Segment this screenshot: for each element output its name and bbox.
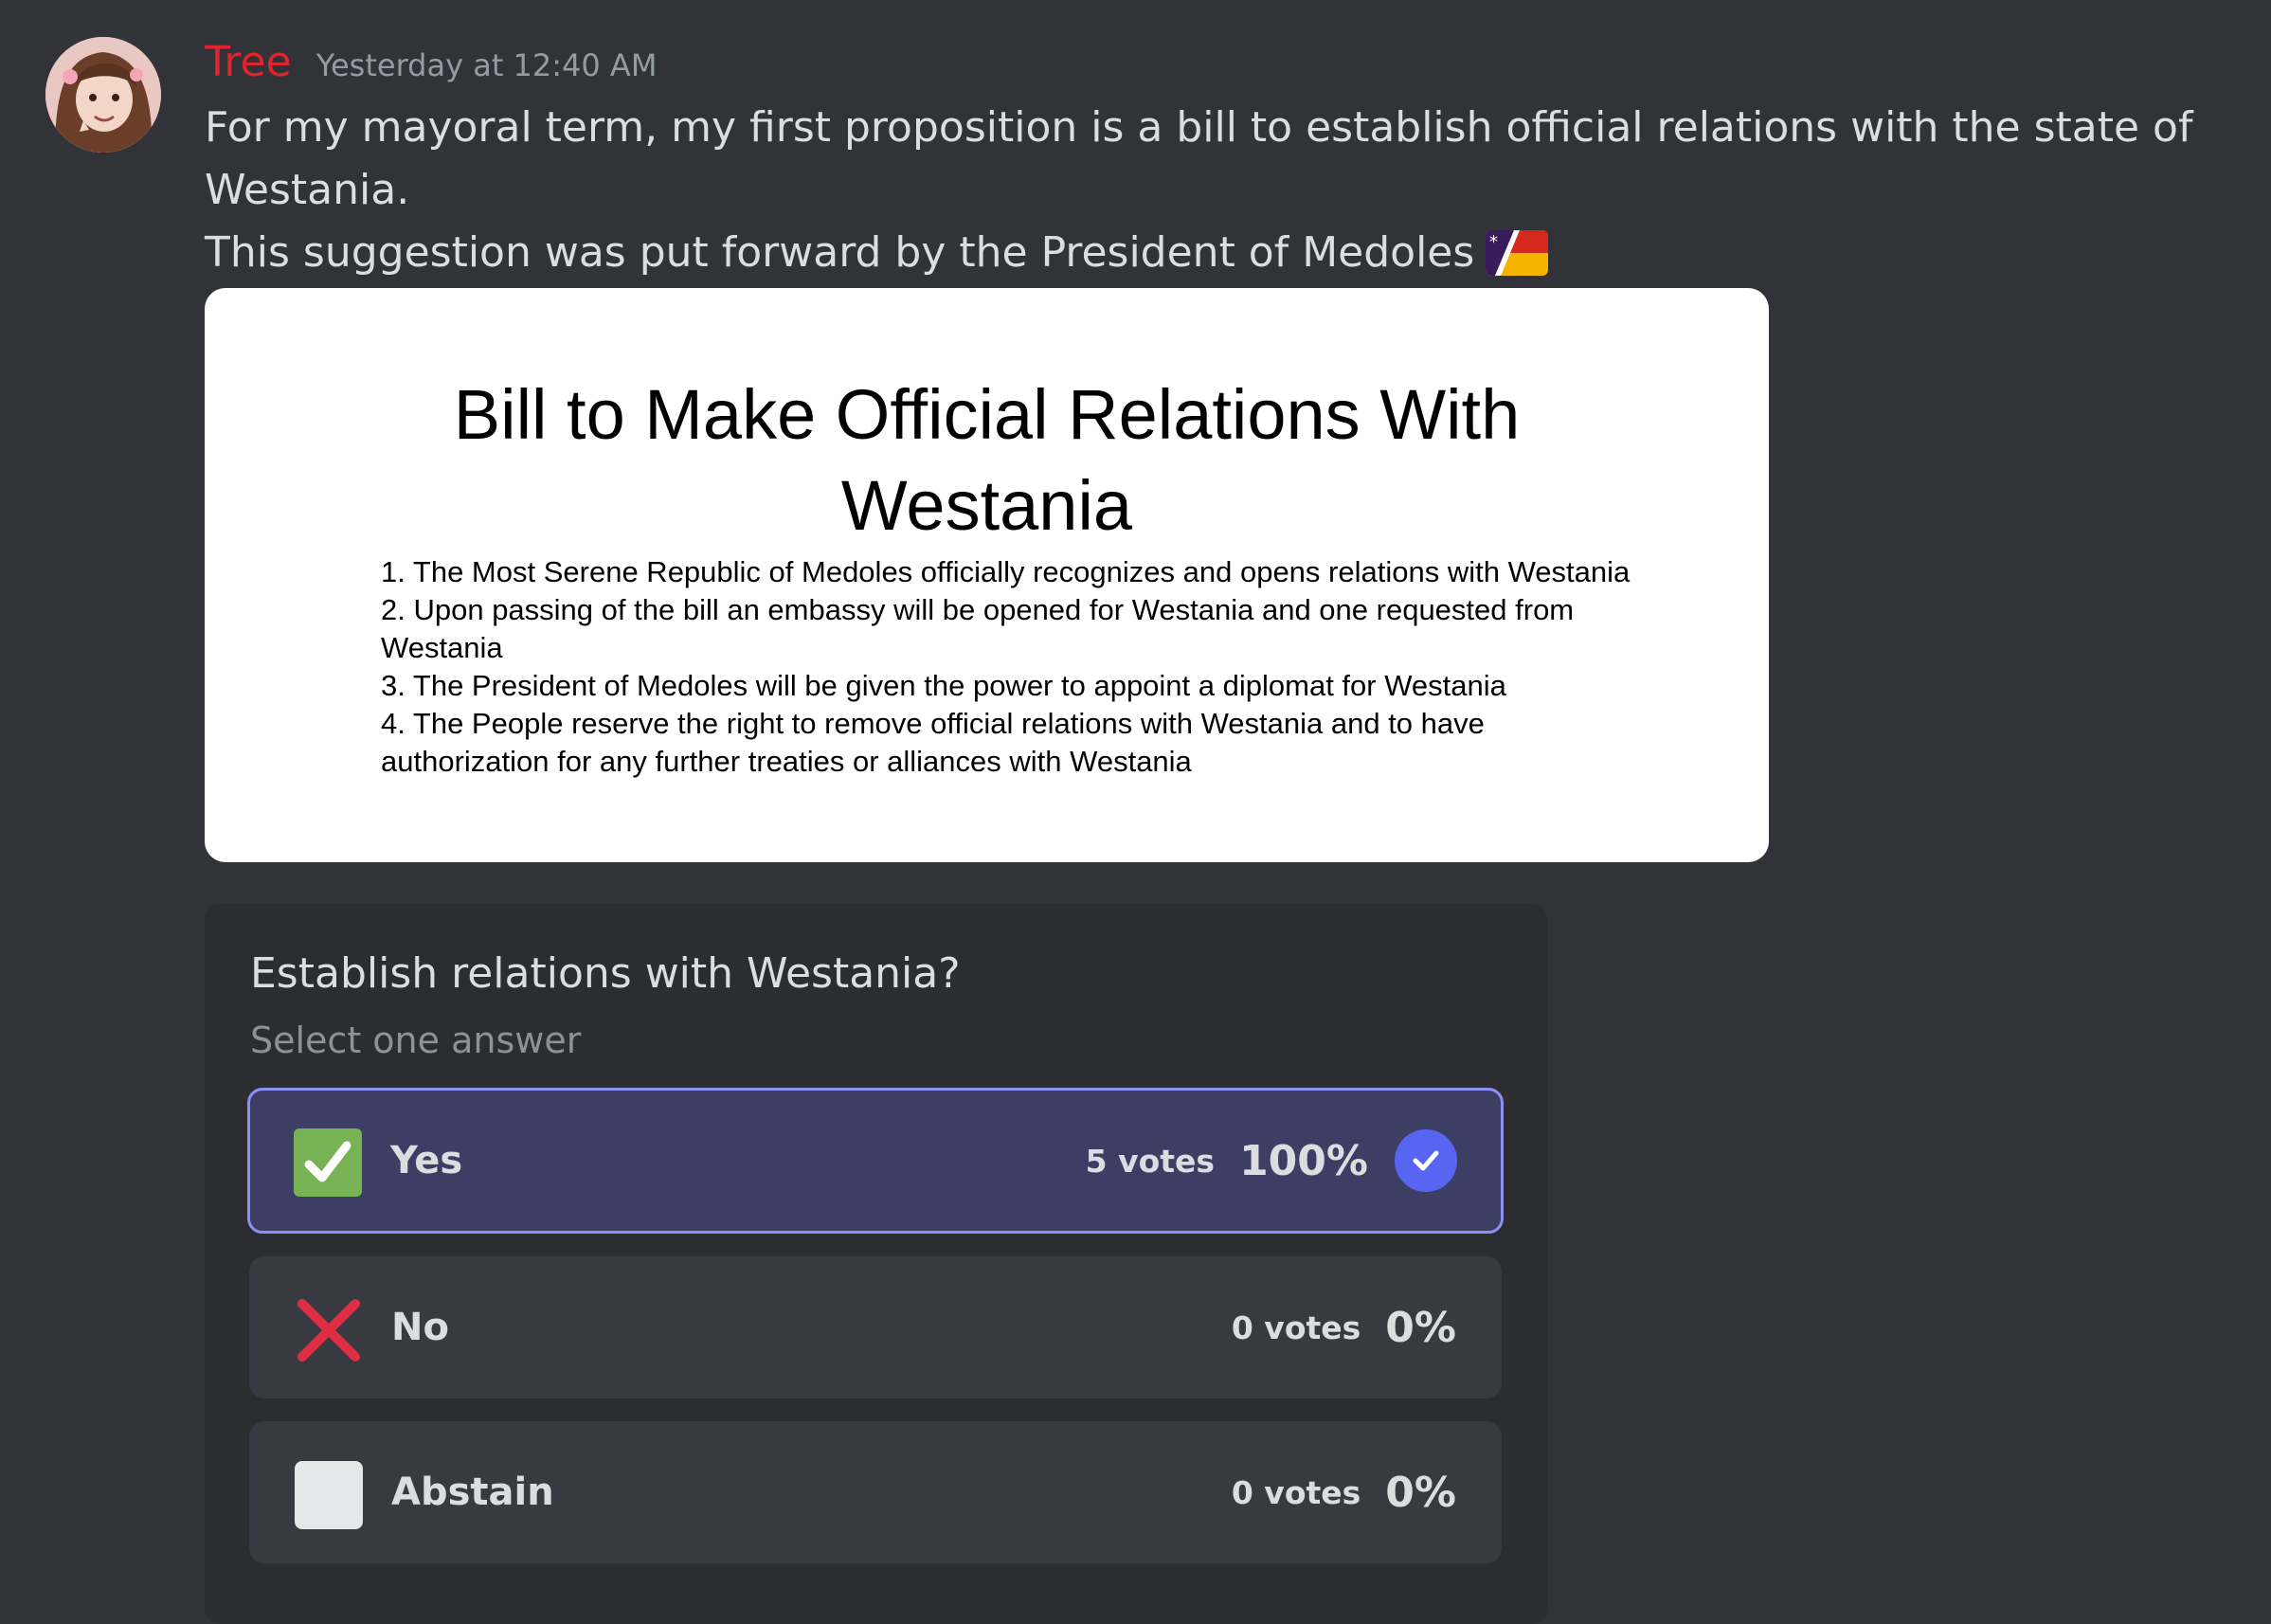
white-square-icon xyxy=(295,1461,363,1529)
vote-count: 5 votes xyxy=(1085,1142,1216,1180)
poll-question: Establish relations with Westania? xyxy=(250,949,961,998)
poll-card: Establish relations with Westania? Selec… xyxy=(205,904,1547,1624)
message-text: This suggestion was put forward by the P… xyxy=(205,228,1475,277)
red-x-icon xyxy=(295,1296,363,1364)
document-title: Bill to Make Official Relations With Wes… xyxy=(205,370,1769,551)
poll-option-yes[interactable]: Yes 5 votes 100% xyxy=(247,1088,1504,1234)
poll-option-no[interactable]: No 0 votes 0% xyxy=(249,1256,1502,1398)
message-text-line: For my mayoral term, my first propositio… xyxy=(205,103,2193,152)
svg-text:*: * xyxy=(1489,232,1498,252)
avatar[interactable] xyxy=(45,37,161,153)
poll-option-label: Yes xyxy=(390,1139,463,1182)
document-title-line: Bill to Make Official Relations With xyxy=(453,375,1521,454)
document-item: 3. The President of Medoles will be give… xyxy=(381,669,1506,702)
username[interactable]: Tree xyxy=(205,38,292,86)
medoles-flag-icon: * xyxy=(1486,230,1549,276)
document-item: Westania xyxy=(381,631,503,664)
white-check-mark-icon xyxy=(294,1128,362,1197)
vote-percentage: 0% xyxy=(1385,1468,1456,1517)
message-text-line: Westania. xyxy=(205,166,410,214)
poll-option-results: 5 votes 100% xyxy=(1086,1091,1457,1231)
document-item: authorization for any further treaties o… xyxy=(381,745,1192,778)
vote-percentage: 0% xyxy=(1385,1303,1456,1352)
poll-option-abstain[interactable]: Abstain 0 votes 0% xyxy=(249,1421,1502,1563)
selected-check-icon xyxy=(1395,1129,1457,1192)
document-item: 2. Upon passing of the bill an embassy w… xyxy=(381,593,1575,626)
document-item: 1. The Most Serene Republic of Medoles o… xyxy=(381,555,1631,588)
poll-subtitle: Select one answer xyxy=(250,1020,582,1061)
poll-option-label: No xyxy=(391,1306,449,1349)
poll-option-results: 0 votes 0% xyxy=(1232,1421,1456,1563)
document-title-line: Westania xyxy=(840,466,1133,545)
attached-document-image[interactable]: Bill to Make Official Relations With Wes… xyxy=(205,288,1769,862)
poll-option-results: 0 votes 0% xyxy=(1232,1256,1456,1398)
poll-option-label: Abstain xyxy=(391,1471,554,1514)
document-item: 4. The People reserve the right to remov… xyxy=(381,707,1485,740)
document-items: 1. The Most Serene Republic of Medoles o… xyxy=(381,553,1641,781)
vote-percentage: 100% xyxy=(1239,1136,1368,1185)
vote-count: 0 votes xyxy=(1231,1308,1361,1346)
timestamp[interactable]: Yesterday at 12:40 AM xyxy=(316,47,658,83)
vote-count: 0 votes xyxy=(1231,1473,1361,1511)
message-header: Tree Yesterday at 12:40 AM xyxy=(205,38,657,95)
message-text-line: This suggestion was put forward by the P… xyxy=(205,222,1549,284)
